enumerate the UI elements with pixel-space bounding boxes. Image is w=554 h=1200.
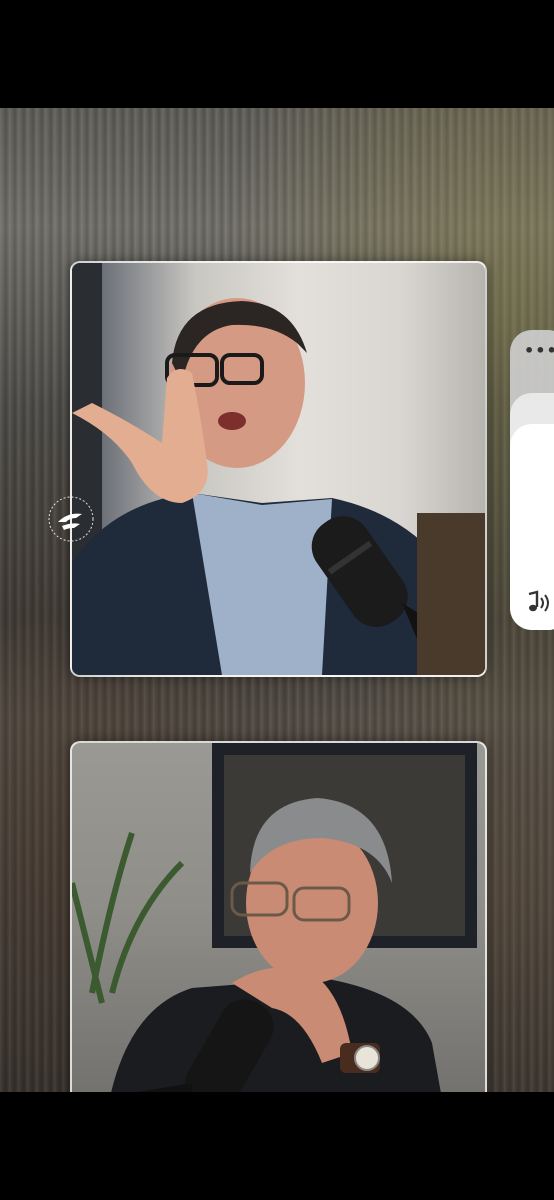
speaker-image-top [72,263,485,675]
volume-slider[interactable]: ••• [510,330,554,630]
speaker-image-bottom [72,743,477,1092]
screen: ••• [0,0,554,1200]
video-panel-bottom [70,741,487,1092]
video-panel-top [70,261,487,677]
more-dots-icon[interactable]: ••• [524,343,554,359]
music-speaker-icon [528,590,549,612]
channel-watermark-logo [40,488,102,550]
video-player[interactable] [0,108,554,1092]
